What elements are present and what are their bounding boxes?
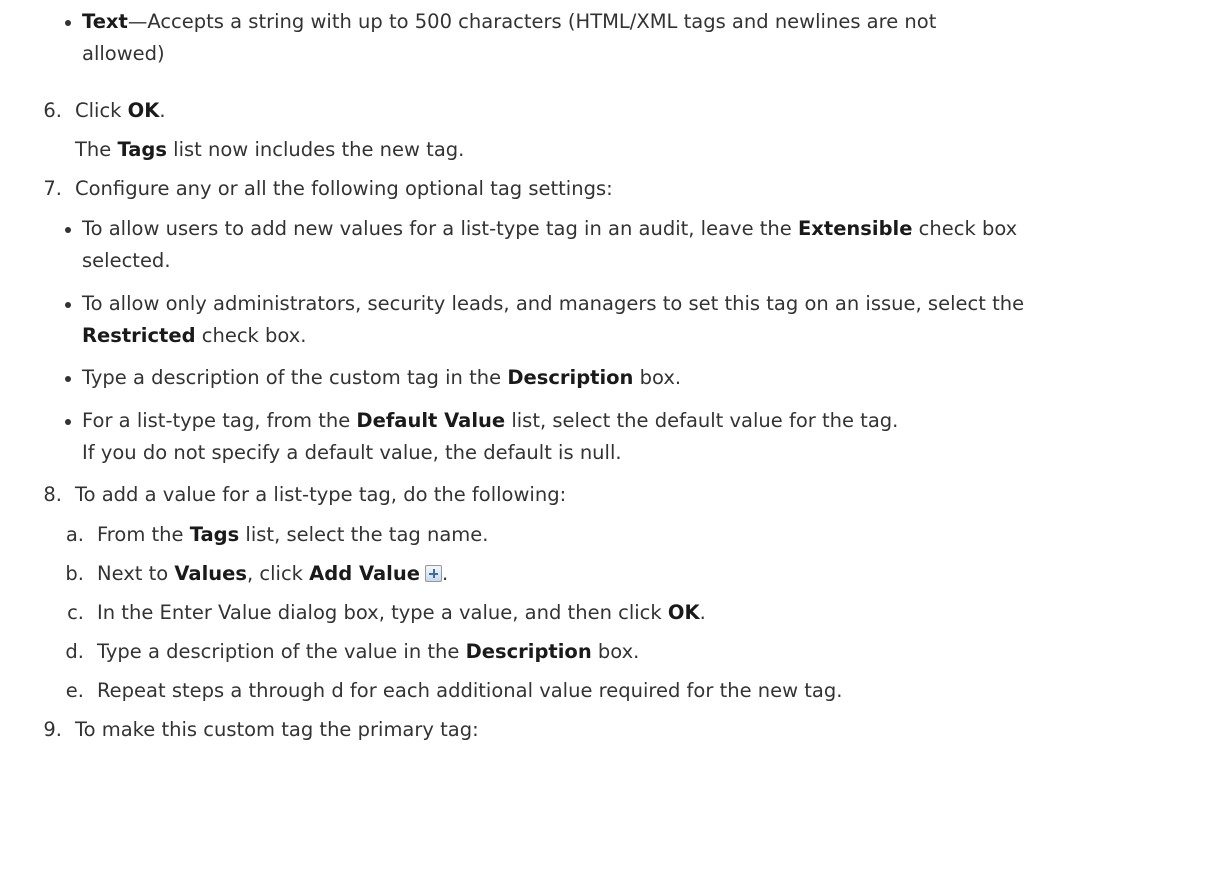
step-8b-letter: b. xyxy=(65,562,84,585)
step-8a-letter: a. xyxy=(65,523,84,546)
step-8b-text: Next to Values, click Add Value. xyxy=(97,562,449,585)
step-7-bullet-extensible-continued: selected. xyxy=(82,249,171,272)
step-8a-text: From the Tags list, select the tag name. xyxy=(97,523,489,546)
text-type-description: —Accepts a string with up to 500 charact… xyxy=(127,10,937,33)
step-8e-letter: e. xyxy=(65,679,84,702)
step-7-bullet-extensible: To allow users to add new values for a l… xyxy=(64,213,1017,245)
step-7-bullet-description: Type a description of the custom tag in … xyxy=(64,362,681,394)
step-6-result: The Tags list now includes the new tag. xyxy=(75,138,465,161)
step-7-bullet-restricted: To allow only administrators, security l… xyxy=(64,288,1024,320)
text-type-description-continued: allowed) xyxy=(82,42,165,65)
step-7-default-value-note: If you do not specify a default value, t… xyxy=(82,441,622,464)
step-8e-text: Repeat steps a through d for each additi… xyxy=(97,679,843,702)
step-8d-text: Type a description of the value in the D… xyxy=(97,640,640,663)
step-7-bullet-restricted-continued: Restricted check box. xyxy=(82,324,307,347)
text-type-bullet: Text—Accepts a string with up to 500 cha… xyxy=(64,6,937,38)
step-7-bullet-default-value: For a list-type tag, from the Default Va… xyxy=(64,405,898,437)
step-7-text: Configure any or all the following optio… xyxy=(75,177,613,200)
add-value-icon xyxy=(424,565,442,582)
step-9-number: 9. xyxy=(43,718,62,741)
step-8-text: To add a value for a list-type tag, do t… xyxy=(75,483,567,506)
text-type-term: Text xyxy=(82,10,128,33)
step-7-number: 7. xyxy=(43,177,62,200)
step-9-text: To make this custom tag the primary tag: xyxy=(75,718,479,741)
step-8d-letter: d. xyxy=(65,640,84,663)
step-8-number: 8. xyxy=(43,483,62,506)
step-8c-text: In the Enter Value dialog box, type a va… xyxy=(97,601,706,624)
step-6-number: 6. xyxy=(43,99,62,122)
step-6-text: Click OK. xyxy=(75,99,166,122)
step-8c-letter: c. xyxy=(67,601,84,624)
